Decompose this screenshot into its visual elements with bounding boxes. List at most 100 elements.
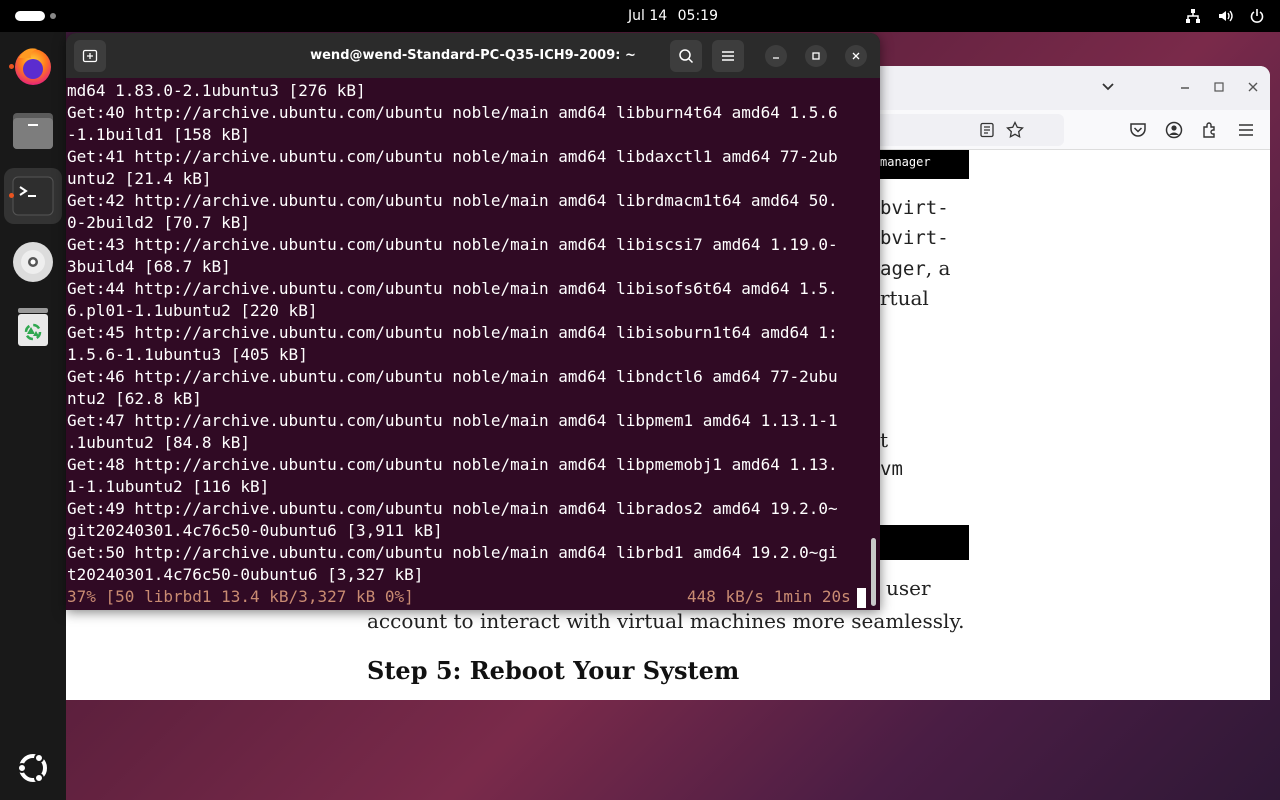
apt-progress-line: 37% [50 librbd1 13.4 kB/3,327 kB 0%] 448 … bbox=[67, 586, 869, 608]
terminal-line: .1ubuntu2 [84.8 kB] bbox=[67, 433, 251, 452]
article-text-fragment: user bbox=[886, 576, 931, 600]
terminal-line: 1-1.1ubuntu2 [116 kB] bbox=[67, 477, 270, 496]
article-text-fragment: vm bbox=[880, 458, 903, 480]
list-all-tabs-button[interactable] bbox=[1097, 76, 1119, 98]
app-menu-button[interactable] bbox=[1235, 119, 1257, 141]
maximize-button[interactable] bbox=[805, 45, 827, 67]
close-button[interactable] bbox=[845, 45, 867, 67]
search-icon bbox=[679, 49, 694, 64]
text-span: , a bbox=[925, 256, 951, 280]
volume-icon[interactable] bbox=[1216, 7, 1234, 25]
new-tab-button[interactable] bbox=[74, 40, 106, 72]
pocket-button[interactable] bbox=[1127, 119, 1149, 141]
terminal-line: 3build4 [68.7 kB] bbox=[67, 257, 231, 276]
terminal-line: Get:47 http://archive.ubuntu.com/ubuntu … bbox=[67, 411, 838, 430]
running-indicator bbox=[9, 193, 14, 198]
dock-item-trash[interactable] bbox=[4, 298, 62, 354]
terminal-line: Get:44 http://archive.ubuntu.com/ubuntu … bbox=[67, 279, 838, 298]
minimize-icon bbox=[773, 57, 779, 59]
close-icon bbox=[1248, 82, 1258, 92]
article-text-fragment: rtual bbox=[880, 286, 929, 310]
bookmark-button[interactable] bbox=[1004, 119, 1026, 141]
maximize-icon bbox=[1214, 82, 1224, 92]
terminal-cursor bbox=[857, 588, 866, 608]
star-icon bbox=[1006, 121, 1024, 139]
terminal-icon bbox=[12, 176, 54, 216]
search-button[interactable] bbox=[670, 40, 702, 72]
terminal-title: wend@wend-Standard-PC-Q35-ICH9-2009: ~ bbox=[310, 48, 636, 63]
reader-view-button[interactable] bbox=[976, 119, 998, 141]
dock-item-terminal[interactable] bbox=[4, 168, 62, 224]
clock-date: Jul 14 bbox=[628, 8, 668, 24]
close-button[interactable] bbox=[1242, 76, 1264, 98]
dock-item-disc[interactable] bbox=[4, 234, 62, 290]
terminal-line: Get:46 http://archive.ubuntu.com/ubuntu … bbox=[67, 367, 838, 386]
hamburger-icon bbox=[1239, 124, 1253, 136]
terminal-line: 1.5.6-1.1ubuntu3 [405 kB] bbox=[67, 345, 308, 364]
terminal-line: Get:45 http://archive.ubuntu.com/ubuntu … bbox=[67, 323, 838, 342]
terminal-window[interactable]: wend@wend-Standard-PC-Q35-ICH9-2009: ~ m… bbox=[66, 33, 880, 610]
terminal-line: t20240301.4c76c50-0ubuntu6 [3,327 kB] bbox=[67, 565, 424, 584]
files-icon bbox=[13, 113, 53, 149]
minimize-button[interactable] bbox=[1174, 76, 1196, 98]
dock-item-firefox[interactable] bbox=[4, 38, 62, 94]
dock-item-files[interactable] bbox=[4, 102, 62, 158]
network-icon[interactable] bbox=[1184, 7, 1202, 25]
power-icon[interactable] bbox=[1248, 7, 1266, 25]
hamburger-icon bbox=[722, 51, 734, 61]
new-tab-icon bbox=[82, 49, 98, 63]
chevron-down-icon bbox=[1102, 83, 1114, 91]
account-button[interactable] bbox=[1163, 119, 1185, 141]
terminal-line: untu2 [21.4 kB] bbox=[67, 169, 212, 188]
close-icon bbox=[852, 52, 860, 60]
maximize-icon bbox=[812, 52, 820, 60]
apt-download-rate: 448 kB/s 1min 20s bbox=[687, 587, 851, 606]
extensions-button[interactable] bbox=[1199, 119, 1221, 141]
reader-view-icon bbox=[980, 122, 994, 138]
code-snippet: manager bbox=[880, 150, 969, 179]
running-indicator bbox=[9, 64, 14, 69]
apt-progress-status: 37% [50 librbd1 13.4 kB/3,327 kB 0%] bbox=[67, 587, 414, 606]
terminal-output[interactable]: md64 1.83.0-2.1ubuntu3 [276 kB] Get:40 ht… bbox=[67, 80, 869, 610]
terminal-line: Get:50 http://archive.ubuntu.com/ubuntu … bbox=[67, 543, 838, 562]
article-text-fragment: bvirt- bbox=[880, 227, 949, 249]
minimize-button[interactable] bbox=[765, 45, 787, 67]
terminal-line: Get:43 http://archive.ubuntu.com/ubuntu … bbox=[67, 235, 838, 254]
terminal-line: Get:42 http://archive.ubuntu.com/ubuntu … bbox=[67, 191, 838, 210]
clock-time: 05:19 bbox=[677, 8, 718, 24]
ubuntu-logo-icon bbox=[17, 753, 47, 783]
clock[interactable]: Jul 14 05:19 bbox=[0, 0, 1280, 32]
menu-button[interactable] bbox=[712, 40, 744, 72]
puzzle-icon bbox=[1203, 122, 1215, 138]
terminal-scrollbar[interactable] bbox=[871, 538, 876, 606]
top-bar: Jul 14 05:19 bbox=[0, 0, 1280, 32]
article-text-fragment: t bbox=[880, 428, 889, 452]
terminal-header-bar[interactable]: wend@wend-Standard-PC-Q35-ICH9-2009: ~ bbox=[66, 33, 880, 78]
dock bbox=[0, 32, 66, 800]
terminal-line: 0-2build2 [70.7 kB] bbox=[67, 213, 251, 232]
terminal-line: ntu2 [62.8 kB] bbox=[67, 389, 202, 408]
inline-code: ager bbox=[880, 258, 926, 280]
terminal-line: md64 1.83.0-2.1ubuntu3 [276 kB] bbox=[67, 81, 366, 100]
trash-icon bbox=[18, 308, 48, 346]
disc-icon bbox=[13, 242, 53, 282]
terminal-line: Get:40 http://archive.ubuntu.com/ubuntu … bbox=[67, 103, 838, 122]
account-icon bbox=[1165, 121, 1183, 139]
terminal-line: -1.1build1 [158 kB] bbox=[67, 125, 251, 144]
article-text-fragment: ager, a bbox=[880, 256, 950, 280]
article-text-fragment: bvirt- bbox=[880, 197, 949, 219]
maximize-button[interactable] bbox=[1208, 76, 1230, 98]
show-apps-button[interactable] bbox=[4, 740, 62, 796]
article-paragraph: account to interact with virtual machine… bbox=[367, 609, 965, 633]
terminal-line: Get:49 http://archive.ubuntu.com/ubuntu … bbox=[67, 499, 838, 518]
pocket-icon bbox=[1130, 123, 1146, 137]
article-heading: Step 5: Reboot Your System bbox=[367, 656, 740, 685]
terminal-line: git20240301.4c76c50-0ubuntu6 [3,911 kB] bbox=[67, 521, 443, 540]
terminal-line: Get:48 http://archive.ubuntu.com/ubuntu … bbox=[67, 455, 838, 474]
terminal-line: Get:41 http://archive.ubuntu.com/ubuntu … bbox=[67, 147, 838, 166]
system-tray[interactable] bbox=[1184, 6, 1266, 26]
terminal-line: 6.pl01-1.1ubuntu2 [220 kB] bbox=[67, 301, 318, 320]
firefox-icon bbox=[15, 48, 51, 85]
code-block bbox=[880, 525, 969, 560]
minimize-icon bbox=[1181, 87, 1189, 89]
